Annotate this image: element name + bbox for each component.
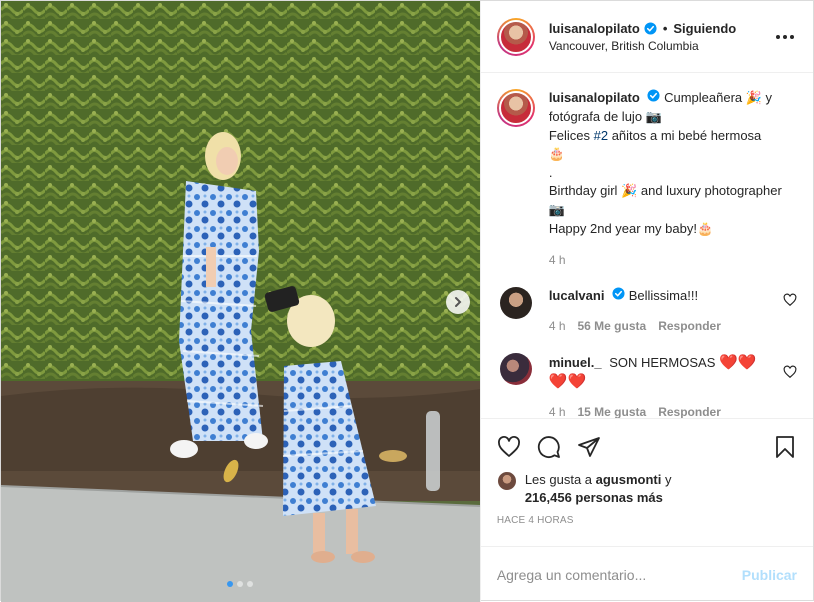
caption: luisanalopilato Cumpleañera 🎉 y fotógraf… — [496, 89, 797, 269]
avatar[interactable] — [496, 17, 535, 56]
header-text: luisanalopilato • Siguiendo Vancouver, B… — [549, 21, 773, 53]
add-comment-bar: Publicar — [480, 546, 813, 602]
comments-section[interactable]: luisanalopilato Cumpleañera 🎉 y fotógraf… — [481, 73, 813, 418]
comment-username[interactable]: minuel._ — [549, 355, 602, 370]
header-line: luisanalopilato • Siguiendo — [549, 21, 773, 36]
avatar[interactable] — [499, 287, 532, 319]
publish-button[interactable]: Publicar — [742, 567, 797, 583]
caption-text: and luxury photographer — [637, 183, 782, 198]
comment-time[interactable]: 4 h — [549, 403, 566, 418]
reply-button[interactable]: Responder — [658, 317, 721, 335]
caption-dot: . — [548, 165, 553, 180]
liker-avatar[interactable] — [496, 471, 517, 491]
hashtag-link[interactable]: #2 — [594, 128, 608, 143]
hearts-emoji: ❤️❤️ — [548, 372, 587, 390]
reply-button[interactable]: Responder — [658, 403, 721, 418]
comment-time[interactable]: 4 h — [549, 317, 566, 335]
comment-meta: 4 h 56 Me gusta Responder — [549, 317, 767, 335]
caption-text: Cumpleañera — [664, 90, 743, 105]
comment-body: minuel._ SON HERMOSAS ❤️❤️ ❤️❤️ 4 h 15 M… — [549, 353, 797, 418]
share-icon[interactable] — [577, 435, 601, 459]
header-separator: • — [662, 20, 668, 36]
comment-text: Bellissima!!! — [628, 288, 699, 303]
verified-badge-icon — [644, 21, 657, 35]
cake-emoji: 🎂 — [696, 222, 714, 237]
party-emoji: 🎉 — [621, 184, 638, 199]
likes-middle: y — [661, 472, 672, 487]
bookmark-icon[interactable] — [773, 435, 797, 459]
caption-username[interactable]: luisanalopilato — [549, 90, 640, 105]
carousel-dot — [247, 581, 254, 587]
carousel-dot — [237, 581, 244, 587]
comment-icon[interactable] — [537, 435, 561, 459]
location-link[interactable]: Vancouver, British Columbia — [549, 39, 773, 53]
like-comment-icon[interactable] — [783, 365, 797, 379]
post-timestamp[interactable]: HACE 4 HORAS — [497, 515, 797, 526]
caption-body: luisanalopilato Cumpleañera 🎉 y fotógraf… — [549, 89, 797, 269]
caption-avatar[interactable] — [496, 89, 535, 127]
avatar-image — [498, 19, 533, 54]
action-icons — [497, 427, 797, 467]
like-comment-icon[interactable] — [783, 293, 797, 307]
chevron-right-icon — [455, 297, 462, 307]
caption-text: Happy 2nd year my baby! — [548, 221, 697, 236]
camera-emoji: 📷 — [548, 203, 565, 218]
camera-emoji: 📷 — [645, 110, 662, 125]
likes-text: Les gusta a agusmonti y 216,456 personas… — [525, 471, 672, 507]
comment-likes[interactable]: 56 Me gusta — [578, 317, 647, 335]
post-header: luisanalopilato • Siguiendo Vancouver, B… — [480, 1, 813, 73]
caption-meta: 4 h — [549, 251, 797, 269]
comment-text: SON HERMOSAS — [609, 355, 716, 370]
more-options-button[interactable] — [773, 25, 797, 49]
likes-prefix: Les gusta a — [524, 472, 596, 487]
comment-body: lucalvani Bellissima!!! 4 h 56 Me gusta … — [549, 287, 797, 335]
post-actions: Les gusta a agusmonti y 216,456 personas… — [480, 418, 813, 546]
post-sidebar: luisanalopilato • Siguiendo Vancouver, B… — [479, 1, 813, 602]
avatar[interactable] — [499, 353, 532, 385]
follow-status-button[interactable]: Siguiendo — [673, 21, 736, 36]
party-emoji: 🎉 — [745, 91, 762, 106]
carousel-next-button[interactable] — [446, 290, 470, 314]
liker-username[interactable]: agusmonti — [596, 472, 662, 487]
verified-badge-icon — [612, 287, 625, 300]
post-media[interactable] — [1, 1, 480, 602]
heart-icon[interactable] — [497, 435, 521, 459]
likes-count[interactable]: 216,456 personas más — [525, 490, 663, 505]
carousel-dot — [227, 581, 234, 587]
comment-item: lucalvani Bellissima!!! 4 h 56 Me gusta … — [497, 287, 797, 335]
caption-text: añitos a mi bebé hermosa — [608, 128, 762, 143]
avatar-image — [498, 91, 533, 125]
comment-item: minuel._ SON HERMOSAS ❤️❤️ ❤️❤️ 4 h 15 M… — [497, 353, 797, 418]
comment-likes[interactable]: 15 Me gusta — [578, 403, 647, 418]
username-link[interactable]: luisanalopilato — [549, 21, 640, 36]
carousel-indicator — [1, 581, 480, 587]
post-photo — [1, 1, 480, 602]
verified-badge-icon — [647, 89, 660, 102]
cake-emoji: 🎂 — [548, 147, 565, 162]
likes-summary: Les gusta a agusmonti y 216,456 personas… — [496, 471, 797, 507]
comment-meta: 4 h 15 Me gusta Responder — [549, 403, 767, 418]
caption-text: Birthday girl — [548, 183, 618, 198]
caption-text: Felices — [548, 128, 594, 143]
comment-username[interactable]: lucalvani — [549, 288, 605, 303]
caption-time[interactable]: 4 h — [549, 251, 566, 269]
more-options-icon — [776, 34, 794, 39]
hearts-emoji: ❤️❤️ — [719, 353, 757, 371]
comment-input[interactable] — [496, 566, 742, 583]
instagram-post: luisanalopilato • Siguiendo Vancouver, B… — [0, 0, 814, 602]
